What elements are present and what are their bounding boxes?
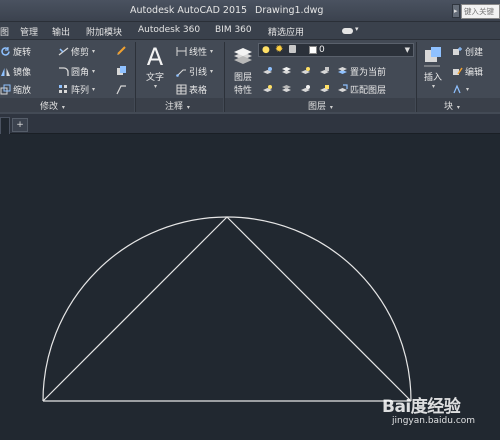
scale-tool[interactable]: 缩放 xyxy=(0,82,31,96)
baidu-watermark-logo: Bai度经验 xyxy=(382,397,461,417)
insert-block-tool[interactable]: 插入 ▾ xyxy=(420,44,446,90)
layer-tools-row-2: 匹配图层 xyxy=(262,82,386,96)
layer-on-icon[interactable] xyxy=(262,84,273,95)
match-layer-button[interactable]: 匹配图层 xyxy=(350,83,386,96)
tab-output[interactable]: 输出 xyxy=(52,25,70,38)
document-title: Drawing1.dwg xyxy=(255,5,324,16)
text-tool[interactable]: A 文字 ▾ xyxy=(140,44,170,90)
layer-dropdown[interactable]: ● ✹ 0 ▼ xyxy=(258,43,414,57)
match-layer-icon xyxy=(337,83,348,95)
tab-featured-apps[interactable]: 精选应用 xyxy=(268,25,304,38)
copy-icon xyxy=(116,65,127,76)
ribbon-tab-bar: 图 管理 输出 附加模块 Autodesk 360 BIM 360 精选应用 ▾ xyxy=(0,22,500,40)
app-title: Autodesk AutoCAD 2015 xyxy=(130,5,248,16)
chevron-down-icon: ▾ xyxy=(456,104,460,111)
layer-tools-row-1: 置为当前 xyxy=(262,64,386,78)
toggle-arrow-icon: ▸ xyxy=(454,7,458,15)
trim-tool[interactable]: 修剪 ▾ xyxy=(58,44,95,58)
title-bar: Autodesk AutoCAD 2015 Drawing1.dwg ▸ xyxy=(0,0,500,22)
erase-tool[interactable] xyxy=(116,43,127,57)
cloud-icon[interactable] xyxy=(342,28,353,34)
layer-freeze-icon[interactable] xyxy=(300,66,311,77)
chevron-down-icon[interactable]: ▾ xyxy=(355,25,359,33)
text-icon: A xyxy=(146,43,164,71)
triangle-left-edge xyxy=(42,216,228,402)
stretch-tool[interactable] xyxy=(116,82,127,96)
tab-view[interactable]: 图 xyxy=(0,25,9,38)
block-attributes-tool[interactable]: ▾ xyxy=(452,82,469,96)
triangle-right-edge xyxy=(226,216,412,402)
linear-dimension-icon xyxy=(176,46,187,57)
insert-block-icon xyxy=(420,44,446,70)
modify-panel-bar xyxy=(0,98,134,112)
set-current-button[interactable]: 置为当前 xyxy=(350,65,386,78)
create-block-icon xyxy=(452,46,463,57)
leader-tool[interactable]: 引线 ▾ xyxy=(176,64,213,78)
layer-off-icon[interactable] xyxy=(262,66,273,77)
layer-color-swatch xyxy=(309,46,317,54)
title-toggle-button[interactable]: ▸ xyxy=(452,4,460,18)
document-tab[interactable] xyxy=(0,117,10,134)
search-box[interactable] xyxy=(461,4,500,19)
mirror-icon xyxy=(0,66,11,77)
semicircle-arc xyxy=(42,216,412,402)
file-tab-bar: + xyxy=(0,114,500,134)
fillet-tool[interactable]: 圆角 ▾ xyxy=(58,64,95,78)
chevron-down-icon: ▾ xyxy=(186,104,190,111)
layer-unisolate-icon[interactable] xyxy=(281,84,292,95)
layer-properties-tool[interactable]: 图层 特性 xyxy=(229,44,257,96)
rotate-icon xyxy=(0,46,11,57)
scale-icon xyxy=(0,84,11,95)
tab-autodesk-360[interactable]: Autodesk 360 xyxy=(138,25,200,35)
edit-block-tool[interactable]: 编辑 xyxy=(452,64,483,78)
modify-panel-label[interactable]: 修改 ▾ xyxy=(40,99,65,112)
tab-addins[interactable]: 附加模块 xyxy=(86,25,122,38)
layers-panel-label[interactable]: 图层 ▾ xyxy=(308,99,333,112)
lightbulb-icon: ● xyxy=(262,45,270,55)
new-tab-button[interactable]: + xyxy=(12,118,28,132)
layer-isolate-icon[interactable] xyxy=(281,66,292,77)
trim-icon xyxy=(58,46,69,57)
edit-block-icon xyxy=(452,66,463,77)
baidu-watermark-url: jingyan.baidu.com xyxy=(392,416,476,426)
table-icon xyxy=(176,84,187,95)
array-tool[interactable]: 阵列 ▾ xyxy=(58,82,95,96)
tab-bim-360[interactable]: BIM 360 xyxy=(215,25,252,35)
tab-manage[interactable]: 管理 xyxy=(20,25,38,38)
block-panel-label[interactable]: 块 ▾ xyxy=(444,99,460,112)
attribute-icon xyxy=(452,83,463,95)
chevron-down-icon: ▼ xyxy=(404,46,410,54)
table-tool[interactable]: 表格 xyxy=(176,82,207,96)
pencil-icon xyxy=(116,45,127,56)
sun-icon: ✹ xyxy=(275,44,284,55)
lock-icon xyxy=(289,45,296,53)
rotate-tool[interactable]: 旋转 xyxy=(0,44,31,58)
fillet-icon xyxy=(58,66,69,77)
chevron-down-icon: ▾ xyxy=(61,104,65,111)
layer-thaw-icon[interactable] xyxy=(300,84,311,95)
annotation-panel-label[interactable]: 注释 ▾ xyxy=(165,99,190,112)
current-layer-value: 0 xyxy=(319,45,325,55)
stretch-icon xyxy=(116,84,127,95)
create-block-tool[interactable]: 创建 xyxy=(452,44,483,58)
layer-properties-icon xyxy=(229,44,257,70)
set-current-icon xyxy=(337,66,348,77)
mirror-tool[interactable]: 镜像 xyxy=(0,64,31,78)
linear-dimension-tool[interactable]: 线性 ▾ xyxy=(176,44,213,58)
leader-icon xyxy=(176,66,187,77)
chevron-down-icon: ▾ xyxy=(329,104,333,111)
copy-tool[interactable] xyxy=(116,63,127,77)
layer-lock-icon[interactable] xyxy=(319,66,330,77)
search-input[interactable] xyxy=(462,5,499,18)
array-icon xyxy=(58,84,69,95)
layer-unlock-icon[interactable] xyxy=(319,84,330,95)
